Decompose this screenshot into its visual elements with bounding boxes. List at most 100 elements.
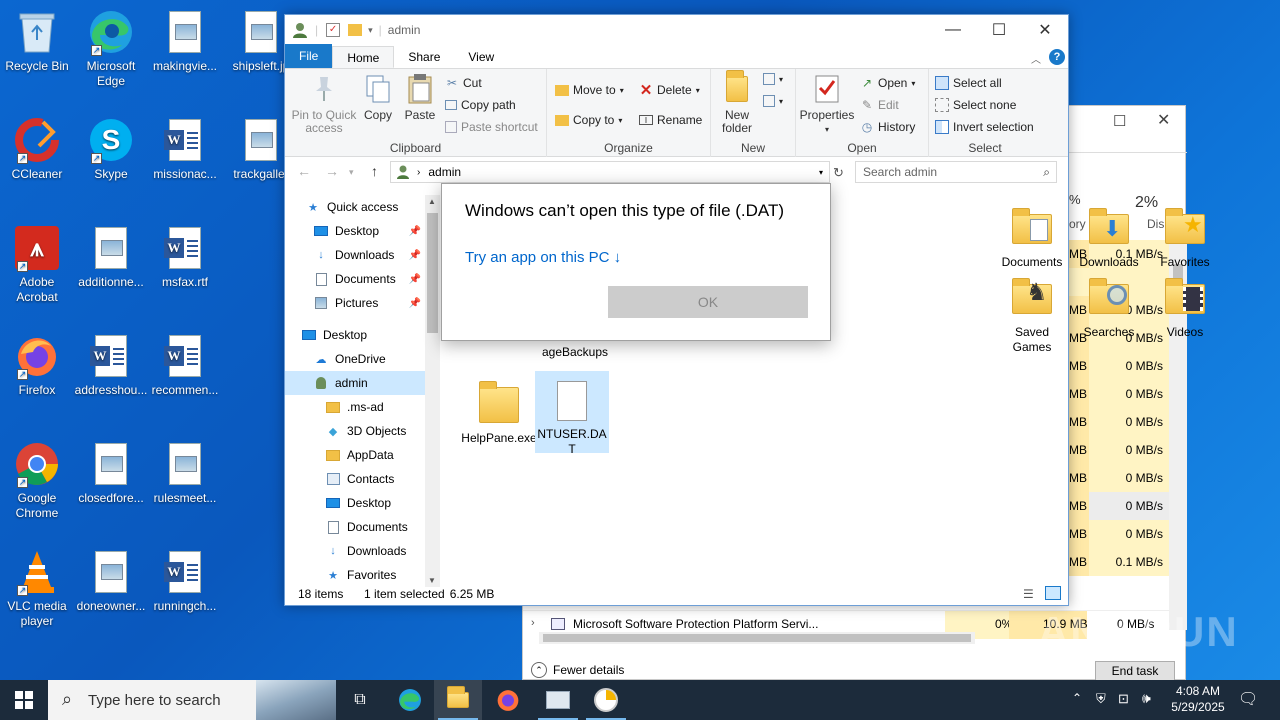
pin-quick-access-button[interactable]: Pin to Quick access (291, 71, 357, 135)
horizontal-scrollbar[interactable] (539, 632, 975, 644)
folder-searches[interactable]: Searches (1071, 275, 1147, 340)
fewer-details-button[interactable]: ⌃ Fewer details (531, 662, 624, 678)
paste-shortcut-button[interactable]: Paste shortcut (445, 117, 538, 137)
desktop-icon-recycle-bin[interactable]: Recycle Bin (0, 8, 74, 74)
tab-share[interactable]: Share (394, 46, 454, 68)
up-arrow-icon[interactable]: ↑ (371, 163, 378, 179)
process-row[interactable]: MB 0.1 MB/s (1069, 548, 1169, 576)
copy-path-button[interactable]: Copy path (445, 95, 516, 115)
desktop-icon-file[interactable]: doneowner... (74, 548, 148, 614)
cut-button[interactable]: ✂ Cut (445, 73, 482, 93)
start-button[interactable] (0, 680, 48, 720)
back-arrow-icon[interactable]: ← (297, 163, 311, 179)
forward-arrow-icon[interactable]: → (325, 163, 339, 179)
desktop-icon-file[interactable]: W addresshou... (74, 332, 148, 398)
easy-access-button[interactable]: ▾ (763, 91, 783, 111)
try-app-link[interactable]: Try an app on this PC ↓ (465, 249, 621, 266)
maximize-icon[interactable]: ☐ (1113, 112, 1126, 130)
desktop-icon-file[interactable]: W missionac... (148, 116, 222, 182)
new-folder-button[interactable]: New folder (715, 70, 759, 135)
recent-chevron-icon[interactable]: ▾ (349, 167, 354, 178)
nav-item-desktop[interactable]: Desktop (285, 323, 425, 347)
desktop-icon-google-chrome[interactable]: ↗ Google Chrome (0, 440, 74, 521)
end-task-button[interactable]: End task (1095, 661, 1175, 681)
ok-button[interactable]: OK (608, 286, 808, 318)
nav-item-3d-objects[interactable]: ◆ 3D Objects (285, 419, 425, 443)
nav-item-downloads[interactable]: ↓ Downloads 📌 (285, 243, 425, 267)
nav-item-onedrive[interactable]: ☁ OneDrive (285, 347, 425, 371)
notifications-icon[interactable]: 🗨 (1238, 689, 1258, 709)
taskbar-clock[interactable]: 4:08 AM 5/29/2025 (1160, 683, 1236, 715)
process-row[interactable]: MB 0 MB/s (1069, 352, 1169, 380)
desktop-icon-edge[interactable]: ↗ Microsoft Edge (74, 8, 148, 89)
customize-toolbar-icon[interactable]: ▾ (368, 25, 373, 36)
nav-item-documents[interactable]: Documents (285, 515, 425, 539)
invert-selection-button[interactable]: Invert selection (935, 117, 1034, 137)
select-all-button[interactable]: Select all (935, 73, 1002, 93)
desktop-icon-skype[interactable]: S ↗ Skype (74, 116, 148, 182)
open-button[interactable]: ↗ Open ▾ (860, 73, 915, 93)
move-to-button[interactable]: Move to ▾ (555, 80, 624, 100)
process-row[interactable]: MB 0 MB/s (1069, 408, 1169, 436)
tab-view[interactable]: View (454, 46, 508, 68)
desktop-icon-file[interactable]: W runningch... (148, 548, 222, 614)
delete-button[interactable]: ✕ Delete ▾ (639, 80, 700, 100)
collapse-ribbon-icon[interactable]: ︿ (1031, 51, 1041, 66)
refresh-icon[interactable]: ↻ (833, 165, 844, 181)
nav-item-contacts[interactable]: Contacts (285, 467, 425, 491)
rename-button[interactable]: I Rename (639, 110, 702, 130)
desktop-icon-file[interactable]: W recommen... (148, 332, 222, 398)
taskbar-search[interactable]: ⌕ Type here to search (48, 680, 336, 720)
large-icons-view-icon[interactable] (1045, 586, 1061, 600)
task-view-button[interactable]: ⧉ (336, 680, 384, 720)
desktop-icon-adobe-acrobat[interactable]: ⩚ ↗ Adobe Acrobat (0, 224, 74, 305)
folder-documents[interactable]: Documents (994, 205, 1070, 270)
paste-button[interactable]: Paste (401, 71, 439, 122)
maximize-button[interactable]: ☐ (976, 15, 1022, 45)
file-ntuser-dat[interactable]: NTUSER.DAT (535, 371, 609, 456)
folder-agebackups[interactable]: ageBackups (537, 345, 613, 360)
desktop-icon-firefox[interactable]: ↗ Firefox (0, 332, 74, 398)
copy-button[interactable]: Copy (359, 71, 397, 122)
edit-button[interactable]: ✎ Edit (860, 95, 899, 115)
properties-quick-icon[interactable]: ✓ (326, 23, 341, 37)
taskbar-edge[interactable] (386, 680, 434, 720)
taskbar-file-explorer[interactable] (434, 680, 482, 720)
process-row[interactable]: MB 0 MB/s (1069, 464, 1169, 492)
desktop-icon-file[interactable]: additionne... (74, 224, 148, 290)
nav-item-desktop[interactable]: Desktop (285, 491, 425, 515)
volume-icon[interactable]: 🕪 (1142, 690, 1151, 707)
navigation-scrollbar[interactable]: ▲ ▼ (425, 195, 440, 587)
desktop-icon-file[interactable]: closedfore... (74, 440, 148, 506)
history-button[interactable]: ◷ History (860, 117, 916, 137)
new-folder-quick-icon[interactable] (348, 24, 363, 36)
file-helppane[interactable]: HelpPane.exe (461, 381, 537, 446)
close-button[interactable]: ✕ (1022, 15, 1068, 45)
desktop-icon-file[interactable]: makingvie... (148, 8, 222, 74)
nav-item-desktop[interactable]: Desktop 📌 (285, 219, 425, 243)
address-input[interactable]: › admin ▾ (390, 161, 830, 183)
folder-saved-games[interactable]: ♞ Saved Games (994, 275, 1070, 355)
details-view-icon[interactable]: ☰ (1023, 587, 1034, 601)
desktop-icon-file[interactable]: W msfax.rtf (148, 224, 222, 290)
minimize-button[interactable]: — (930, 15, 976, 45)
show-hidden-icons-icon[interactable]: ⌃ (1072, 691, 1082, 705)
properties-button[interactable]: Properties ▾ (799, 71, 855, 136)
taskbar-app[interactable] (534, 680, 582, 720)
taskbar-task-manager[interactable] (582, 680, 630, 720)
nav-item-pictures[interactable]: Pictures 📌 (285, 291, 425, 315)
nav-item-documents[interactable]: Documents 📌 (285, 267, 425, 291)
copy-to-button[interactable]: Copy to ▾ (555, 110, 622, 130)
security-icon[interactable]: ⛨ (1096, 691, 1106, 707)
desktop-icon-file[interactable]: rulesmeet... (148, 440, 222, 506)
search-input[interactable]: Search admin ⌕ (855, 161, 1057, 183)
process-row[interactable]: MB 0 MB/s (1069, 492, 1169, 520)
help-icon[interactable]: ? (1049, 49, 1065, 65)
nav-item-appdata[interactable]: AppData (285, 443, 425, 467)
close-icon[interactable]: ✕ (1157, 110, 1170, 130)
nav-item-downloads[interactable]: ↓ Downloads (285, 539, 425, 563)
process-row[interactable]: MB 0 MB/s (1069, 436, 1169, 464)
process-row[interactable]: MB 0 MB/s (1069, 520, 1169, 548)
nav-item-quick-access[interactable]: ★ Quick access (285, 195, 425, 219)
nav-item-ms-ad[interactable]: .ms-ad (285, 395, 425, 419)
